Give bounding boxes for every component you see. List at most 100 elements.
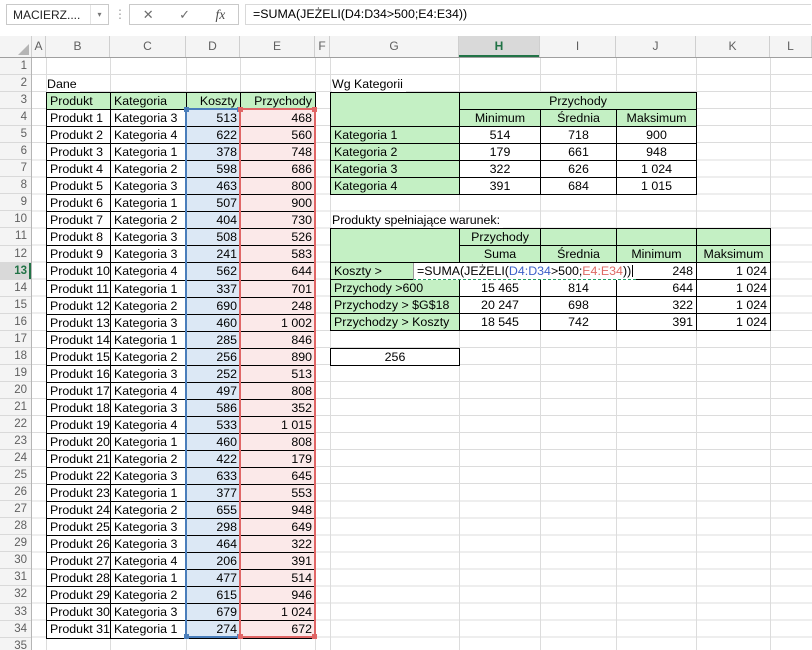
cell-produkt[interactable]: Produkt 9 (47, 246, 111, 263)
column-header[interactable]: C (110, 36, 186, 57)
cell-kategoria[interactable]: Kategoria 1 (111, 485, 187, 502)
cell-produkt[interactable]: Produkt 21 (47, 451, 111, 468)
category-col-header[interactable]: Minimum (460, 110, 541, 127)
row-header[interactable]: 12 (0, 246, 31, 263)
cell-produkt[interactable]: Produkt 23 (47, 485, 111, 502)
cell-produkt[interactable]: Produkt 8 (47, 229, 111, 246)
cell-produkt[interactable]: Produkt 4 (47, 161, 111, 178)
cell-minimum[interactable]: 322 (617, 297, 697, 314)
cell-koszty[interactable]: 562 (187, 263, 241, 280)
row-header[interactable]: 16 (0, 314, 31, 331)
cell-kategoria[interactable]: Kategoria 3 (111, 366, 187, 383)
column-header[interactable]: L (770, 36, 812, 57)
cell-kategoria-label[interactable]: Kategoria 3 (331, 161, 460, 178)
cell-produkt[interactable]: Produkt 3 (47, 144, 111, 161)
cell-koszty[interactable]: 274 (187, 621, 241, 638)
category-group-header[interactable]: Przychody (460, 93, 697, 110)
column-header[interactable]: G (330, 36, 459, 57)
cell-kategoria[interactable]: Kategoria 2 (111, 212, 187, 229)
condition-col-header[interactable]: Minimum (617, 246, 697, 263)
cell-srednia[interactable]: 814 (541, 280, 617, 297)
cell-przychody[interactable]: 748 (241, 144, 316, 161)
cell-kategoria[interactable]: Kategoria 1 (111, 195, 187, 212)
column-header[interactable]: F (315, 36, 330, 57)
cell-produkt[interactable]: Produkt 29 (47, 587, 111, 604)
cell-przychody[interactable]: 513 (241, 366, 316, 383)
cell-suma[interactable]: 15 465 (460, 280, 541, 297)
cell-kategoria[interactable]: Kategoria 3 (111, 400, 187, 417)
cell-minimum[interactable]: 391 (617, 314, 697, 331)
row-header[interactable]: 15 (0, 297, 31, 314)
cell-srednia[interactable]: 742 (541, 314, 617, 331)
cell-srednia[interactable]: 684 (541, 178, 617, 195)
cell-produkt[interactable]: Produkt 13 (47, 315, 111, 332)
cell-produkt[interactable]: Produkt 5 (47, 178, 111, 195)
cell-koszty[interactable]: 513 (187, 110, 241, 127)
cell-kategoria[interactable]: Kategoria 3 (111, 315, 187, 332)
cell-produkt[interactable]: Produkt 7 (47, 212, 111, 229)
cell-koszty[interactable]: 206 (187, 553, 241, 570)
cell-produkt[interactable]: Produkt 19 (47, 417, 111, 434)
cell-koszty[interactable]: 285 (187, 332, 241, 349)
cell-koszty[interactable]: 377 (187, 485, 241, 502)
row-header[interactable]: 24 (0, 450, 31, 467)
condition-table-corner[interactable] (331, 229, 460, 263)
cell-przychody[interactable]: 701 (241, 281, 316, 298)
cell-srednia[interactable]: 626 (541, 161, 617, 178)
row-header[interactable]: 7 (0, 160, 31, 177)
cell-kategoria[interactable]: Kategoria 2 (111, 587, 187, 604)
category-col-header[interactable]: Średnia (541, 110, 617, 127)
cell-produkt[interactable]: Produkt 15 (47, 349, 111, 366)
cell-koszty[interactable]: 422 (187, 451, 241, 468)
cell-srednia[interactable]: 698 (541, 297, 617, 314)
cell-kategoria[interactable]: Kategoria 1 (111, 434, 187, 451)
row-header[interactable]: 6 (0, 143, 31, 160)
row-header[interactable]: 3 (0, 92, 31, 109)
cell-przychody[interactable]: 672 (241, 621, 316, 638)
cell-koszty[interactable]: 460 (187, 315, 241, 332)
cell-przychody[interactable]: 948 (241, 502, 316, 519)
cell-produkt[interactable]: Produkt 18 (47, 400, 111, 417)
cell-maksimum[interactable]: 1 024 (697, 314, 771, 331)
column-header[interactable]: D (186, 36, 240, 57)
column-header[interactable]: H (459, 36, 540, 57)
cell-kategoria[interactable]: Kategoria 1 (111, 570, 187, 587)
empty-cell[interactable] (697, 229, 771, 246)
cell-produkt[interactable]: Produkt 10 (47, 263, 111, 280)
cell-koszty[interactable]: 463 (187, 178, 241, 195)
cell-condition-label[interactable]: Przychodzy > $G$18 (331, 297, 460, 314)
row-header[interactable]: 8 (0, 177, 31, 194)
cell-kategoria[interactable]: Kategoria 2 (111, 298, 187, 315)
cell-suma[interactable]: 20 247 (460, 297, 541, 314)
cell-kategoria[interactable]: Kategoria 3 (111, 246, 187, 263)
cell-koszty[interactable]: 615 (187, 587, 241, 604)
row-header[interactable]: 27 (0, 501, 31, 518)
cell-maksimum[interactable]: 1 024 (697, 297, 771, 314)
row-header[interactable]: 34 (0, 621, 31, 638)
condition-col-header[interactable]: Suma (460, 246, 541, 263)
cell-produkt[interactable]: Produkt 2 (47, 127, 111, 144)
cell-produkt[interactable]: Produkt 16 (47, 366, 111, 383)
header-kategoria[interactable]: Kategoria (111, 93, 187, 110)
row-header[interactable]: 26 (0, 484, 31, 501)
cell-kategoria[interactable]: Kategoria 3 (111, 178, 187, 195)
cell-przychody[interactable]: 900 (241, 195, 316, 212)
header-przychody[interactable]: Przychody (241, 93, 316, 110)
cell-przychody[interactable]: 644 (241, 263, 316, 280)
cell-koszty[interactable]: 252 (187, 366, 241, 383)
cell-koszty[interactable]: 598 (187, 161, 241, 178)
row-header[interactable]: 11 (0, 228, 31, 245)
cell-koszty[interactable]: 655 (187, 502, 241, 519)
cell-kategoria[interactable]: Kategoria 3 (111, 110, 187, 127)
cell-kategoria[interactable]: Kategoria 2 (111, 349, 187, 366)
row-header[interactable]: 4 (0, 109, 31, 126)
cell-produkt[interactable]: Produkt 30 (47, 604, 111, 621)
row-header[interactable]: 10 (0, 211, 31, 228)
cell-produkt[interactable]: Produkt 27 (47, 553, 111, 570)
cell-przychody[interactable]: 645 (241, 468, 316, 485)
cell-przychody[interactable]: 1 024 (241, 604, 316, 621)
cell-przychody[interactable]: 649 (241, 519, 316, 536)
column-header[interactable]: I (540, 36, 616, 57)
row-header[interactable]: 14 (0, 280, 31, 297)
cell-kategoria[interactable]: Kategoria 4 (111, 263, 187, 280)
